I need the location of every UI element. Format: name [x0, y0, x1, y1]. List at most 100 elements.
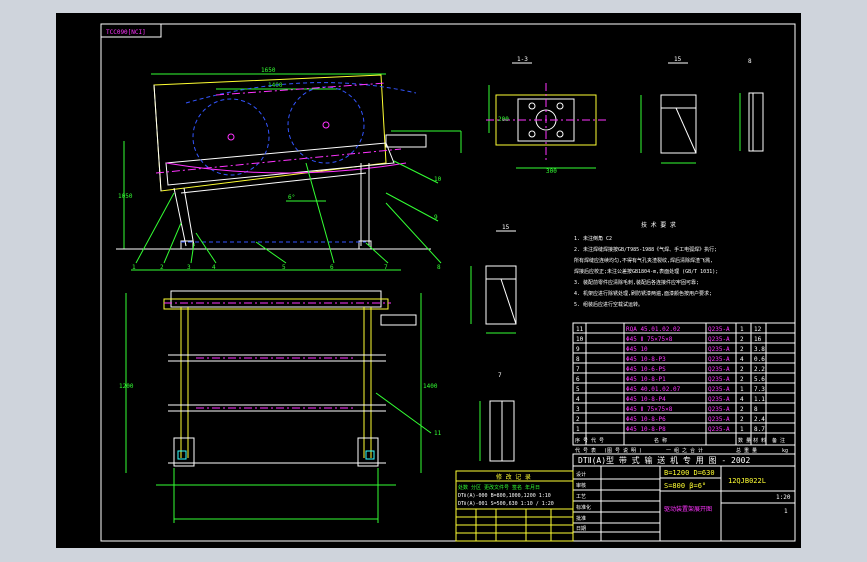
field-approve: 批准 [576, 515, 586, 522]
view-7: 7 [479, 372, 515, 462]
row-qty: 4 [740, 396, 744, 403]
dim-height-left: 1050 [118, 193, 133, 200]
row-name: Φ45 10-8-P8 [626, 426, 666, 433]
row-mass: 7.3 [754, 386, 765, 393]
revision-row-3: DTⅡ(A)-001 S=500,630 1:10 / 1:20 [458, 501, 554, 507]
units-kg: kg [782, 448, 788, 454]
dim-plate-h: 200 [498, 116, 509, 123]
row-mass: 1.1 [754, 396, 765, 403]
part-label-8: 8 [437, 264, 441, 271]
field-design: 设计 [576, 471, 586, 478]
part-label-11: 11 [434, 430, 442, 437]
row-material: Q235-A [708, 356, 730, 363]
param-line-1: B=1200 D=630 [664, 469, 715, 477]
gusset-plate-b [485, 265, 517, 325]
plan-view: 1200 1400 [119, 290, 438, 523]
row-material: Q235-A [708, 376, 730, 383]
section-15b-label: 15 [502, 224, 510, 231]
part-label-7: 7 [384, 264, 388, 271]
row-qty: 4 [740, 356, 744, 363]
row-name: Φ45 Ⅱ 75×75×8 [626, 406, 673, 413]
section-15-label: 15 [674, 56, 682, 63]
view-7-label: 7 [498, 372, 502, 379]
drive-plate [165, 142, 395, 186]
field-standard: 标准化 [576, 504, 591, 511]
row-no: 8 [576, 356, 580, 363]
drawing-canvas: TCC090[NCI] 1650 1400 1050 6° 1 2 3 4 5 … [56, 13, 801, 548]
header-remark: 备 注 [772, 437, 785, 444]
row-qty: 1 [740, 326, 744, 333]
row-qty: 2 [740, 376, 744, 383]
part-label-2: 2 [160, 264, 164, 271]
dim-plate-w: 300 [546, 168, 557, 175]
row-mass: 2.4 [754, 416, 765, 423]
row-name: Φ45 40.01.02.07 [626, 386, 681, 393]
part-label-10: 10 [434, 176, 442, 183]
row-name: Φ45 10-8-P1 [626, 376, 666, 383]
revision-row-1: 处数 分区 更改文件号 签名 年月日 [458, 484, 540, 491]
stamp-text: TCC090[NCI] [106, 29, 146, 36]
units-total: 一 组 之 合 计 [666, 447, 703, 454]
row-name: RQA 45.01.02.02 [626, 326, 681, 333]
row-name: Φ45 10-6-PS [626, 366, 666, 373]
tech-note-3: 所有焊缝应连续均匀,不得有气孔夹渣裂纹,焊后清除焊渣飞溅, [574, 257, 713, 264]
tech-note-5: 3. 装配前零件应清除毛刺,装配后各连接件应牢固可靠; [574, 279, 699, 286]
tech-note-4: 焊接后应校正;未注公差按GB1804-m,表面处理 (GB/T 1031); [574, 268, 718, 275]
tech-note-7: 5. 组装后应进行空载试运转。 [574, 301, 643, 308]
part-label-9: 9 [434, 214, 438, 221]
row-qty: 1 [740, 426, 744, 433]
row-mass: 8 [754, 406, 758, 413]
row-mass: 2.2 [754, 366, 765, 373]
angle-bar [748, 92, 764, 152]
row-material: Q235-A [708, 416, 730, 423]
row-name: Φ45 Ⅱ 75×75×8 [626, 336, 673, 343]
scale-value: 1:20 [776, 494, 791, 501]
row-qty: 2 [740, 416, 744, 423]
field-date: 日期 [576, 526, 586, 532]
row-mass: 0.6 [754, 356, 765, 363]
sheet-value: 1 [784, 508, 788, 515]
drive-pulley [192, 98, 270, 176]
part-label-5: 5 [282, 264, 286, 271]
row-no: 6 [576, 376, 580, 383]
row-material: Q235-A [708, 366, 730, 373]
part-label-1: 1 [132, 264, 136, 271]
row-no: 5 [576, 386, 580, 393]
row-material: Q235-A [708, 336, 730, 343]
row-mass: 8.7 [754, 426, 765, 433]
cad-drawing: TCC090[NCI] 1650 1400 1050 6° 1 2 3 4 5 … [100, 23, 796, 542]
bend-pulley [287, 86, 365, 164]
view-8: 8 [739, 58, 764, 152]
row-no: 1 [576, 426, 580, 433]
row-material: Q235-A [708, 326, 730, 333]
foot-plate-right [357, 437, 379, 467]
row-mass: 3.8 [754, 346, 765, 353]
row-no: 4 [576, 396, 580, 403]
dim-angle: 6° [288, 194, 295, 201]
main-title: DTⅡ(A)型 带 式 输 送 机 专 用 图 - 2002 [578, 455, 750, 465]
section-15b-view: 15 [470, 224, 517, 334]
row-material: Q235-A [708, 406, 730, 413]
units-code: 代 号 表 [575, 447, 596, 454]
row-no: 7 [576, 366, 580, 373]
dim-height-plan: 1200 [119, 383, 134, 390]
row-qty: 2 [740, 346, 744, 353]
row-name: Φ45 10-8-P3 [626, 356, 666, 363]
tech-note-6: 4. 机架应进行除锈处理,刷防锈漆两遍,面漆颜色按用户要求; [574, 290, 712, 297]
head-frame [153, 74, 387, 192]
part-label-6: 6 [330, 264, 334, 271]
row-no: 3 [576, 406, 580, 413]
row-mass: 16 [754, 336, 762, 343]
header-qty: 数 量 [738, 437, 751, 444]
param-line-2: S=800 β=6° [664, 482, 706, 490]
tech-title: 技 术 要 求 [641, 221, 676, 229]
row-material: Q235-A [708, 396, 730, 403]
plan-shaft [380, 314, 417, 326]
part-label-3: 3 [187, 264, 191, 271]
header-code: 代 号 [591, 437, 604, 444]
row-material: Q235-A [708, 426, 730, 433]
drawing-code: 12QJB022L [728, 477, 766, 485]
row-mass: 12 [754, 326, 762, 333]
foot-plate-left [173, 437, 195, 467]
dim-height-plan2: 1400 [423, 383, 438, 390]
